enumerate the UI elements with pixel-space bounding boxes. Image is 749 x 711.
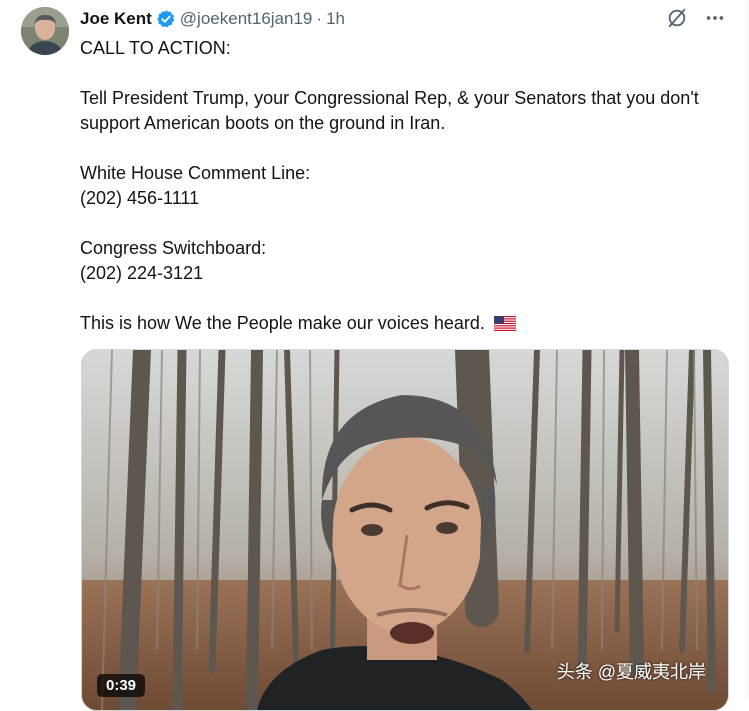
text-call-to-action: CALL TO ACTION: (80, 38, 231, 58)
white-house-label: White House Comment Line: (80, 163, 311, 183)
verified-badge-icon (156, 9, 176, 29)
post-text: CALL TO ACTION: Tell President Trump, yo… (80, 36, 720, 363)
text-message: Tell President Trump, your Congressional… (80, 88, 699, 133)
congress-label: Congress Switchboard: (80, 238, 267, 258)
white-house-block: White House Comment Line: (202) 456-1111 (80, 161, 720, 211)
us-flag-icon (493, 313, 516, 338)
author-name[interactable]: Joe Kent (80, 9, 152, 29)
more-icon[interactable] (703, 6, 727, 30)
avatar-image (21, 7, 69, 55)
post-time[interactable]: 1h (326, 9, 345, 29)
congress-phone: (202) 224-3121 (80, 263, 204, 283)
tweet-card[interactable]: Joe Kent @joekent16jan19 · 1h CALL TO AC… (0, 0, 748, 711)
grok-icon[interactable] (665, 6, 689, 30)
congress-block: Congress Switchboard: (202) 224-3121 (80, 236, 720, 286)
separator-dot: · (316, 9, 323, 28)
author-handle[interactable]: @joekent16jan19 (180, 9, 313, 29)
author-avatar[interactable] (21, 7, 69, 55)
post-actions (665, 6, 727, 30)
video-player[interactable]: 0:39 头条 @夏威夷北岸 (81, 349, 729, 711)
post-header: Joe Kent @joekent16jan19 · 1h (80, 8, 345, 30)
video-frame (82, 350, 728, 710)
text-closing: This is how We the People make our voice… (80, 311, 720, 338)
white-house-phone: (202) 456-1111 (80, 188, 200, 208)
video-duration: 0:39 (97, 674, 146, 697)
watermark-text: 头条 @夏威夷北岸 (556, 662, 706, 682)
closing-text: This is how We the People make our voice… (80, 313, 485, 333)
